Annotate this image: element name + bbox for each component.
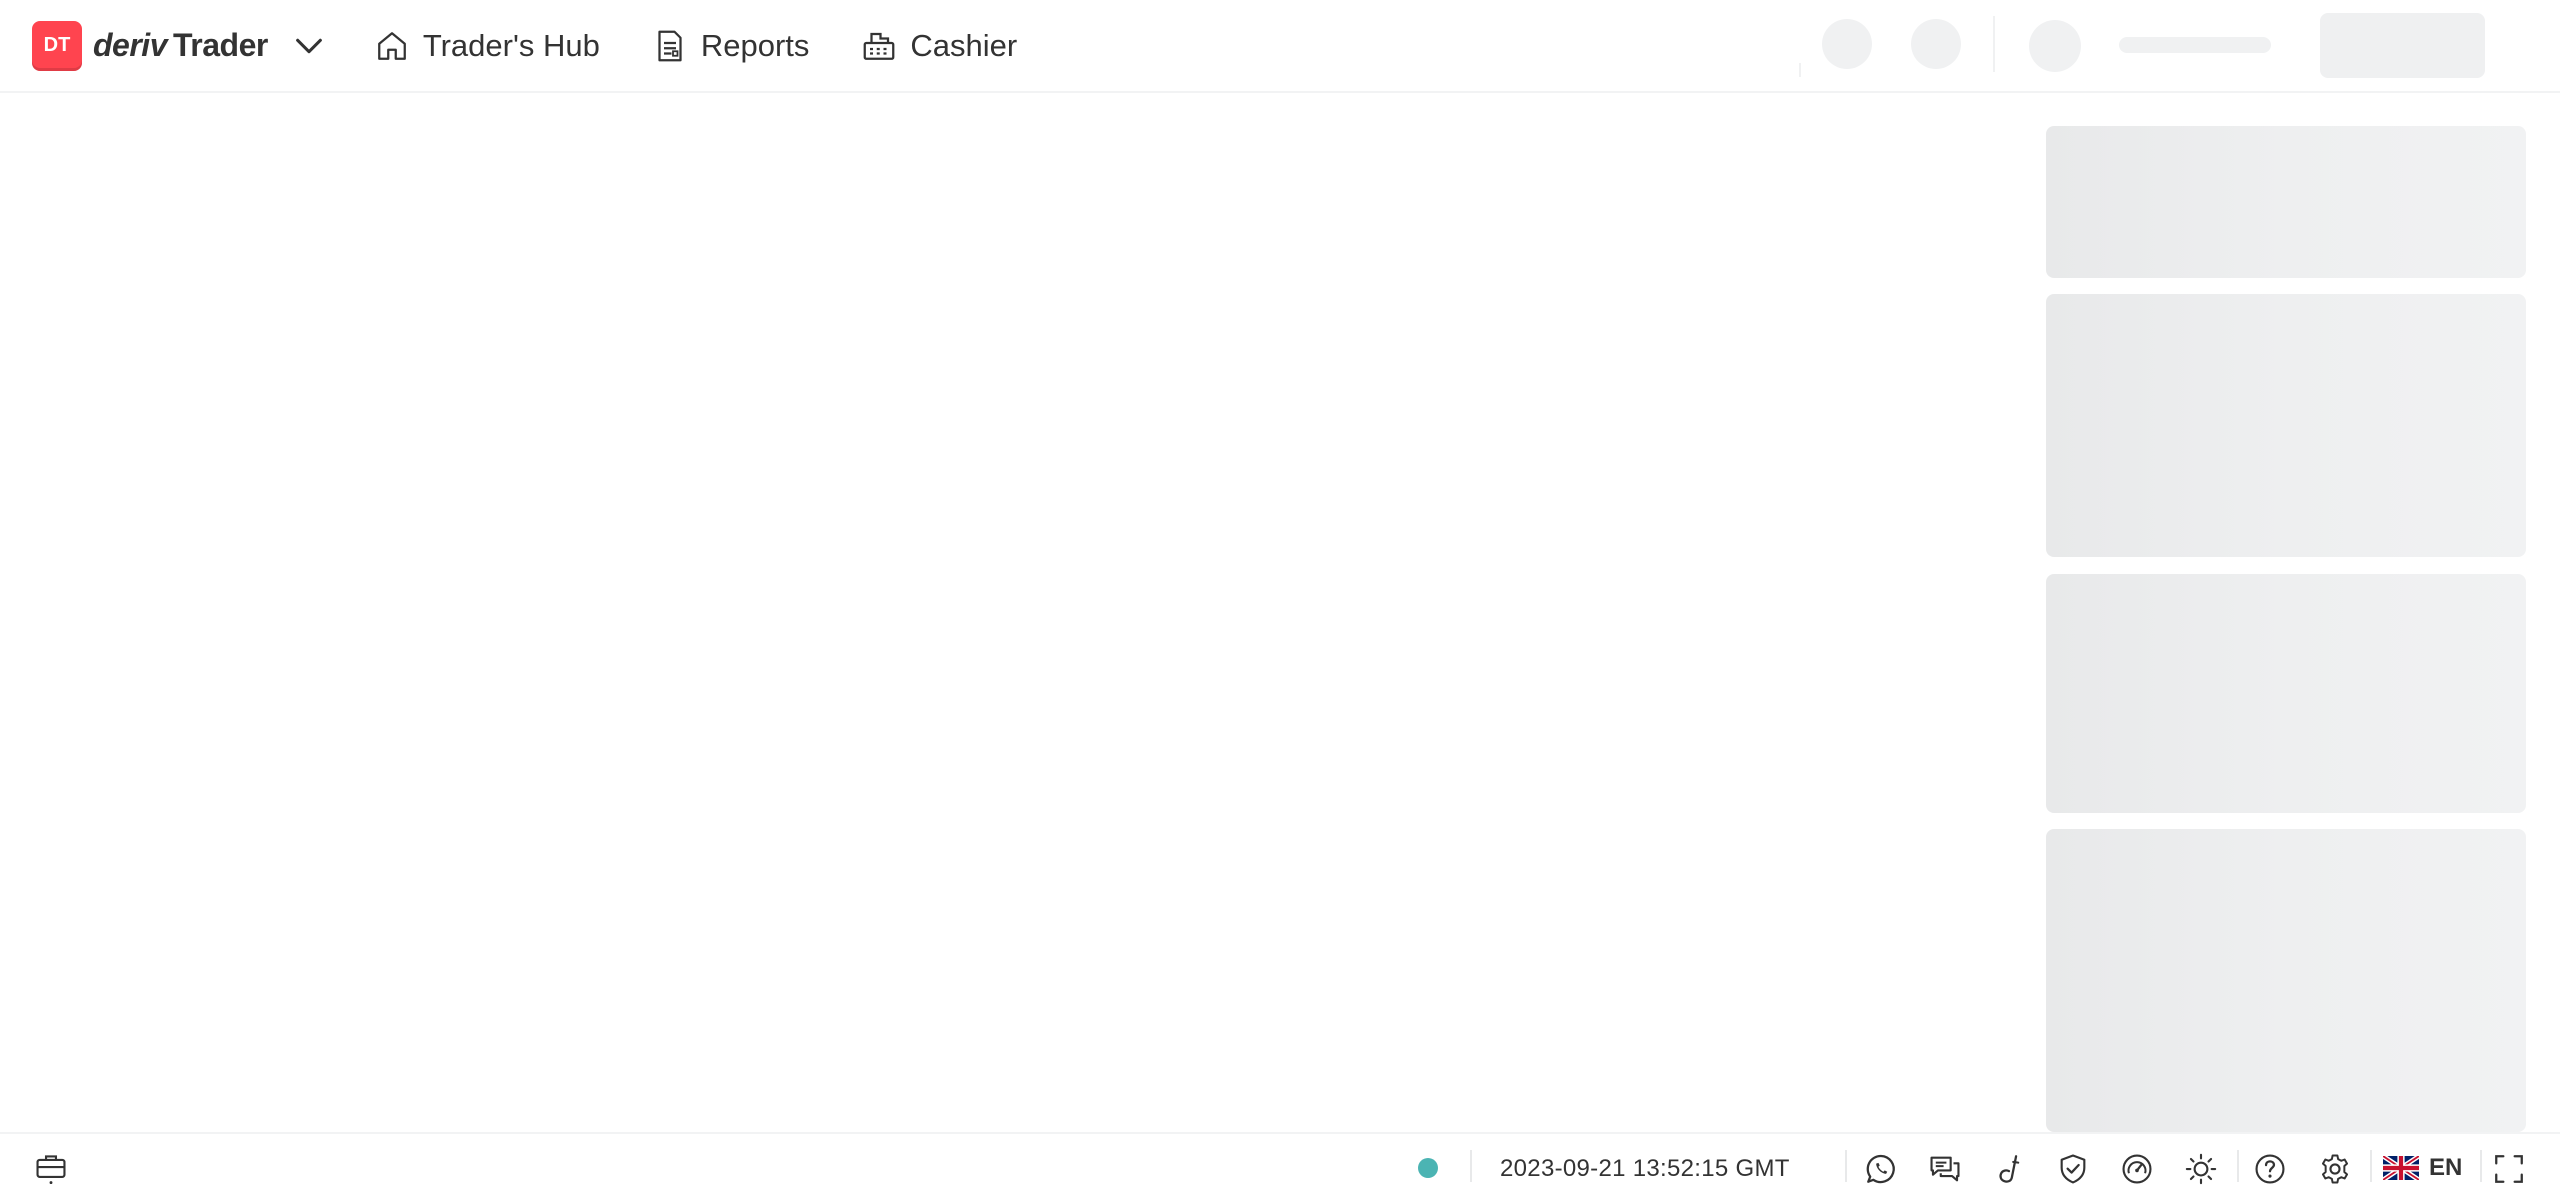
deriv-go-icon[interactable] (1990, 1150, 2028, 1188)
server-time: 2023-09-21 13:52:15 GMT (1500, 1155, 1790, 1182)
language-selector[interactable]: EN (2383, 1152, 2462, 1184)
report-document-icon (658, 30, 682, 61)
nav-traders-hub-label: Trader's Hub (422, 27, 600, 63)
account-limits-gauge-icon[interactable] (2118, 1150, 2156, 1188)
whatsapp-icon[interactable] (1862, 1150, 1900, 1188)
connection-status-indicator (1418, 1158, 1438, 1178)
nav-reports-label: Reports (700, 27, 810, 63)
platform-switcher[interactable]: DT deriv Trader (32, 0, 326, 92)
theme-sun-icon[interactable] (2182, 1150, 2220, 1188)
nav-reports[interactable]: Reports (652, 0, 810, 92)
footer-bar (0, 1132, 2560, 1200)
footer-divider (1470, 1150, 1472, 1182)
footer-divider (1845, 1150, 1847, 1182)
help-center-question-icon[interactable] (2251, 1150, 2289, 1188)
account-avatar-skeleton (2029, 20, 2081, 72)
nav-cashier[interactable]: Cashier (861, 0, 1017, 92)
account-balance-skeleton (2119, 37, 2271, 53)
trade-params-skeleton-2 (2046, 294, 2526, 557)
nav-cashier-label: Cashier (910, 27, 1018, 63)
deposit-button-skeleton (2320, 13, 2485, 78)
platform-name: deriv Trader (93, 27, 268, 64)
footer-divider (2370, 1150, 2372, 1182)
responsible-trading-shield-icon[interactable] (2054, 1150, 2092, 1188)
cash-register-icon (864, 32, 895, 60)
header-divider (1993, 16, 1995, 72)
house-icon (377, 31, 406, 60)
language-code: EN (2429, 1154, 2463, 1181)
chart-area (0, 95, 2030, 1132)
account-settings-skeleton (1911, 19, 1961, 69)
settings-gear-icon[interactable] (2316, 1150, 2354, 1188)
fullscreen-icon[interactable] (2490, 1150, 2528, 1188)
trade-params-skeleton-3 (2046, 574, 2526, 813)
trade-params-skeleton-4 (2046, 829, 2526, 1132)
live-chat-icon[interactable] (1926, 1150, 1964, 1188)
main-nav: Trader's Hub Reports Cashier (374, 0, 1069, 92)
platform-name-deriv: deriv (93, 27, 167, 63)
uk-flag-icon (2383, 1156, 2419, 1180)
header-divider (1799, 63, 1801, 77)
trade-params-skeleton-1 (2046, 126, 2526, 278)
footer-divider (2480, 1150, 2482, 1182)
notifications-skeleton (1822, 19, 1872, 69)
briefcase-icon[interactable] (32, 1148, 70, 1186)
platform-name-trader: Trader (172, 27, 268, 63)
nav-traders-hub[interactable]: Trader's Hub (374, 0, 600, 92)
deriv-trader-logo: DT (32, 20, 82, 71)
footer-divider (2237, 1150, 2239, 1182)
chevron-down-icon[interactable] (292, 29, 326, 63)
